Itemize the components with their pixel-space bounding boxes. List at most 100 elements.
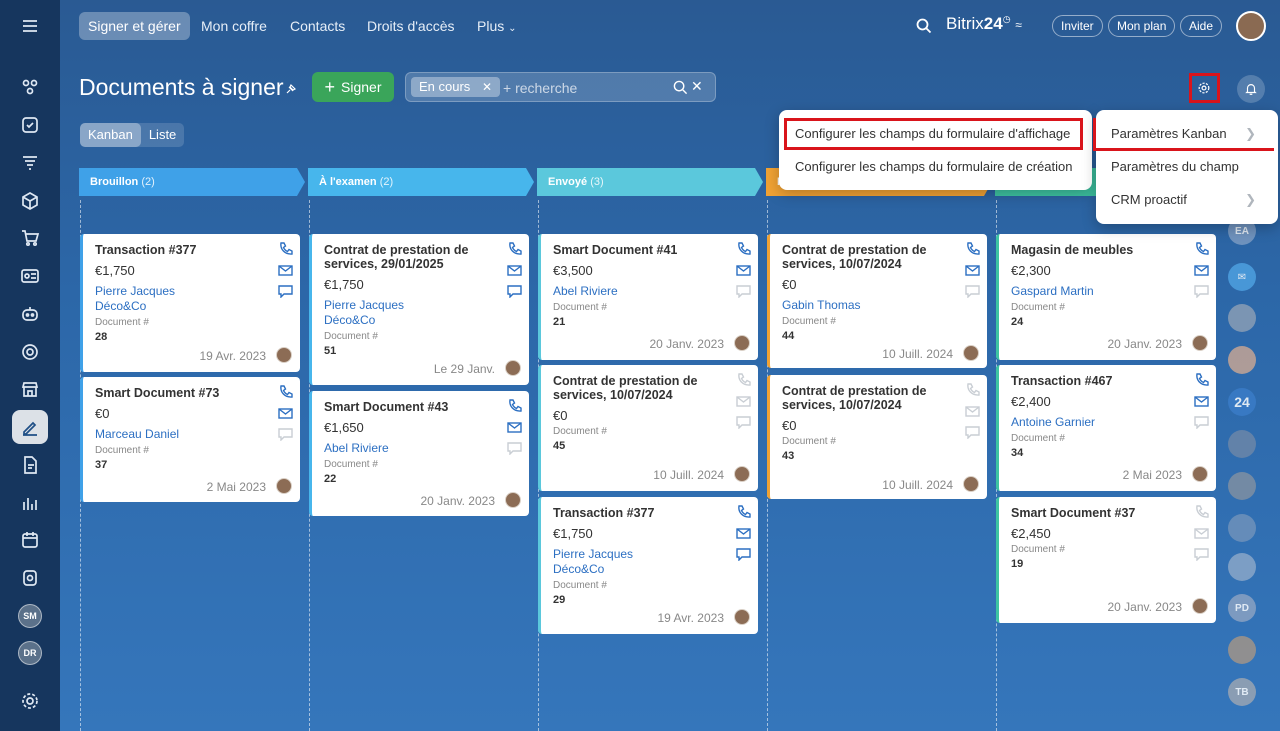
card-title[interactable]: Contrat de prestation de services, 29/01… <box>324 243 494 271</box>
document-card[interactable]: Transaction #377 €1,750 Pierre Jacques Déco… <box>538 497 758 634</box>
chat-icon[interactable] <box>965 285 980 299</box>
cart-icon[interactable] <box>12 221 48 255</box>
card-responsible-avatar[interactable] <box>734 466 750 482</box>
phone-icon[interactable] <box>1194 505 1209 518</box>
card-title[interactable]: Contrat de prestation de services, 10/07… <box>553 374 723 402</box>
card-company-link[interactable]: Déco&Co <box>553 562 746 577</box>
card-title[interactable]: Contrat de prestation de services, 10/07… <box>782 243 952 271</box>
mail-icon[interactable] <box>1194 264 1209 277</box>
user-avatar[interactable] <box>1236 11 1266 41</box>
rail-avatar-9[interactable] <box>1228 553 1256 581</box>
filter-chip-en-cours[interactable]: En cours ✕ <box>411 77 500 97</box>
tab-plus[interactable]: Plus ⌄ <box>468 12 526 40</box>
signer-button[interactable]: + Signer <box>312 72 394 102</box>
feed-icon[interactable] <box>12 70 48 104</box>
chat-icon[interactable] <box>1194 285 1209 299</box>
document-card[interactable]: Magasin de meubles €2,300 Gaspard Martin Do… <box>996 234 1216 360</box>
menu-crm-proactif[interactable]: CRM proactif ❯ <box>1111 184 1278 216</box>
chat-icon[interactable] <box>507 285 522 299</box>
document-card[interactable]: Contrat de prestation de services, 29/01… <box>309 234 529 385</box>
rail-avatar-6[interactable] <box>1228 430 1256 458</box>
document-card[interactable]: Smart Document #73 €0 Marceau Daniel Docume… <box>80 377 300 502</box>
mail-icon[interactable] <box>507 421 522 434</box>
chat-icon[interactable] <box>1194 548 1209 562</box>
card-responsible-avatar[interactable] <box>1192 598 1208 614</box>
chat-icon[interactable] <box>278 428 293 442</box>
search-clear-icon[interactable]: ✕ <box>691 78 703 95</box>
rail-avatar-4[interactable] <box>1228 346 1256 374</box>
document-card[interactable]: Smart Document #37 €2,450 Document # 19 20 J… <box>996 497 1216 623</box>
phone-icon[interactable] <box>965 242 980 255</box>
phone-icon[interactable] <box>736 505 751 518</box>
phone-icon[interactable] <box>278 385 293 398</box>
box-icon[interactable] <box>12 184 48 218</box>
mail-icon[interactable] <box>736 395 751 408</box>
phone-icon[interactable] <box>736 373 751 386</box>
tab-droits-acces[interactable]: Droits d'accès <box>358 12 463 40</box>
card-responsible-avatar[interactable] <box>734 609 750 625</box>
card-title[interactable]: Smart Document #73 <box>95 386 265 400</box>
mail-icon[interactable] <box>1194 395 1209 408</box>
column-header-envoye[interactable]: Envoyé (3) <box>537 168 763 196</box>
notifications-button[interactable] <box>1237 75 1265 103</box>
mail-icon[interactable] <box>507 264 522 277</box>
card-responsible-avatar[interactable] <box>734 335 750 351</box>
rail-chat-icon[interactable]: ✉ <box>1228 263 1256 291</box>
card-responsible-avatar[interactable] <box>276 478 292 494</box>
mail-icon[interactable] <box>736 527 751 540</box>
robot-icon[interactable] <box>12 297 48 331</box>
tab-mon-coffre[interactable]: Mon coffre <box>192 12 276 40</box>
my-plan-button[interactable]: Mon plan <box>1108 15 1176 37</box>
card-title[interactable]: Contrat de prestation de services, 10/07… <box>782 384 952 412</box>
card-contact-link[interactable]: Marceau Daniel <box>95 427 288 442</box>
chat-icon[interactable] <box>278 285 293 299</box>
card-contact-link[interactable]: Pierre Jacques <box>553 547 746 562</box>
rail-avatar-11[interactable] <box>1228 636 1256 664</box>
card-contact-link[interactable]: Gabin Thomas <box>782 298 975 313</box>
disk-icon[interactable] <box>12 561 48 595</box>
view-kanban[interactable]: Kanban <box>80 123 141 147</box>
search-icon[interactable] <box>916 18 932 34</box>
card-responsible-avatar[interactable] <box>963 476 979 492</box>
card-responsible-avatar[interactable] <box>1192 335 1208 351</box>
document-card[interactable]: Contrat de prestation de services, 10/07… <box>767 375 987 499</box>
card-company-link[interactable]: Déco&Co <box>324 313 517 328</box>
mail-icon[interactable] <box>736 264 751 277</box>
card-title[interactable]: Smart Document #43 <box>324 400 494 414</box>
chat-icon[interactable] <box>736 416 751 430</box>
card-responsible-avatar[interactable] <box>505 492 521 508</box>
sidebar-avatar-sm[interactable]: SM <box>18 604 42 628</box>
phone-icon[interactable] <box>736 242 751 255</box>
card-title[interactable]: Transaction #377 <box>95 243 265 257</box>
view-liste[interactable]: Liste <box>141 123 184 147</box>
target-icon[interactable] <box>12 335 48 369</box>
invite-button[interactable]: Inviter <box>1052 15 1103 37</box>
document-card[interactable]: Transaction #377 €1,750 Pierre Jacques Déco… <box>80 234 300 372</box>
rail-avatar-8[interactable] <box>1228 514 1256 542</box>
store-icon[interactable] <box>12 372 48 406</box>
phone-icon[interactable] <box>1194 373 1209 386</box>
sign-documents-icon[interactable] <box>12 410 48 444</box>
card-contact-link[interactable]: Abel Riviere <box>553 284 746 299</box>
help-button[interactable]: Aide <box>1180 15 1223 37</box>
sidebar-avatar-dr[interactable]: DR <box>18 641 42 665</box>
card-title[interactable]: Transaction #377 <box>553 506 723 520</box>
card-contact-link[interactable]: Antoine Garnier <box>1011 415 1204 430</box>
tasks-icon[interactable] <box>12 108 48 142</box>
card-company-link[interactable]: Déco&Co <box>95 299 288 314</box>
mail-icon[interactable] <box>965 405 980 418</box>
rail-avatar-pd[interactable]: PD <box>1228 594 1256 622</box>
menu-toggle-icon[interactable] <box>12 9 48 43</box>
card-title[interactable]: Magasin de meubles <box>1011 243 1181 257</box>
menu-field-settings[interactable]: Paramètres du champ <box>1111 151 1278 183</box>
mail-icon[interactable] <box>278 264 293 277</box>
tab-contacts[interactable]: Contacts <box>281 12 354 40</box>
card-title[interactable]: Smart Document #37 <box>1011 506 1181 520</box>
chat-icon[interactable] <box>736 285 751 299</box>
card-title[interactable]: Transaction #467 <box>1011 374 1181 388</box>
card-contact-link[interactable]: Abel Riviere <box>324 441 517 456</box>
rail-avatar-tb[interactable]: TB <box>1228 678 1256 706</box>
card-responsible-avatar[interactable] <box>1192 466 1208 482</box>
document-edit-icon[interactable] <box>12 448 48 482</box>
pin-icon[interactable] <box>284 82 298 96</box>
